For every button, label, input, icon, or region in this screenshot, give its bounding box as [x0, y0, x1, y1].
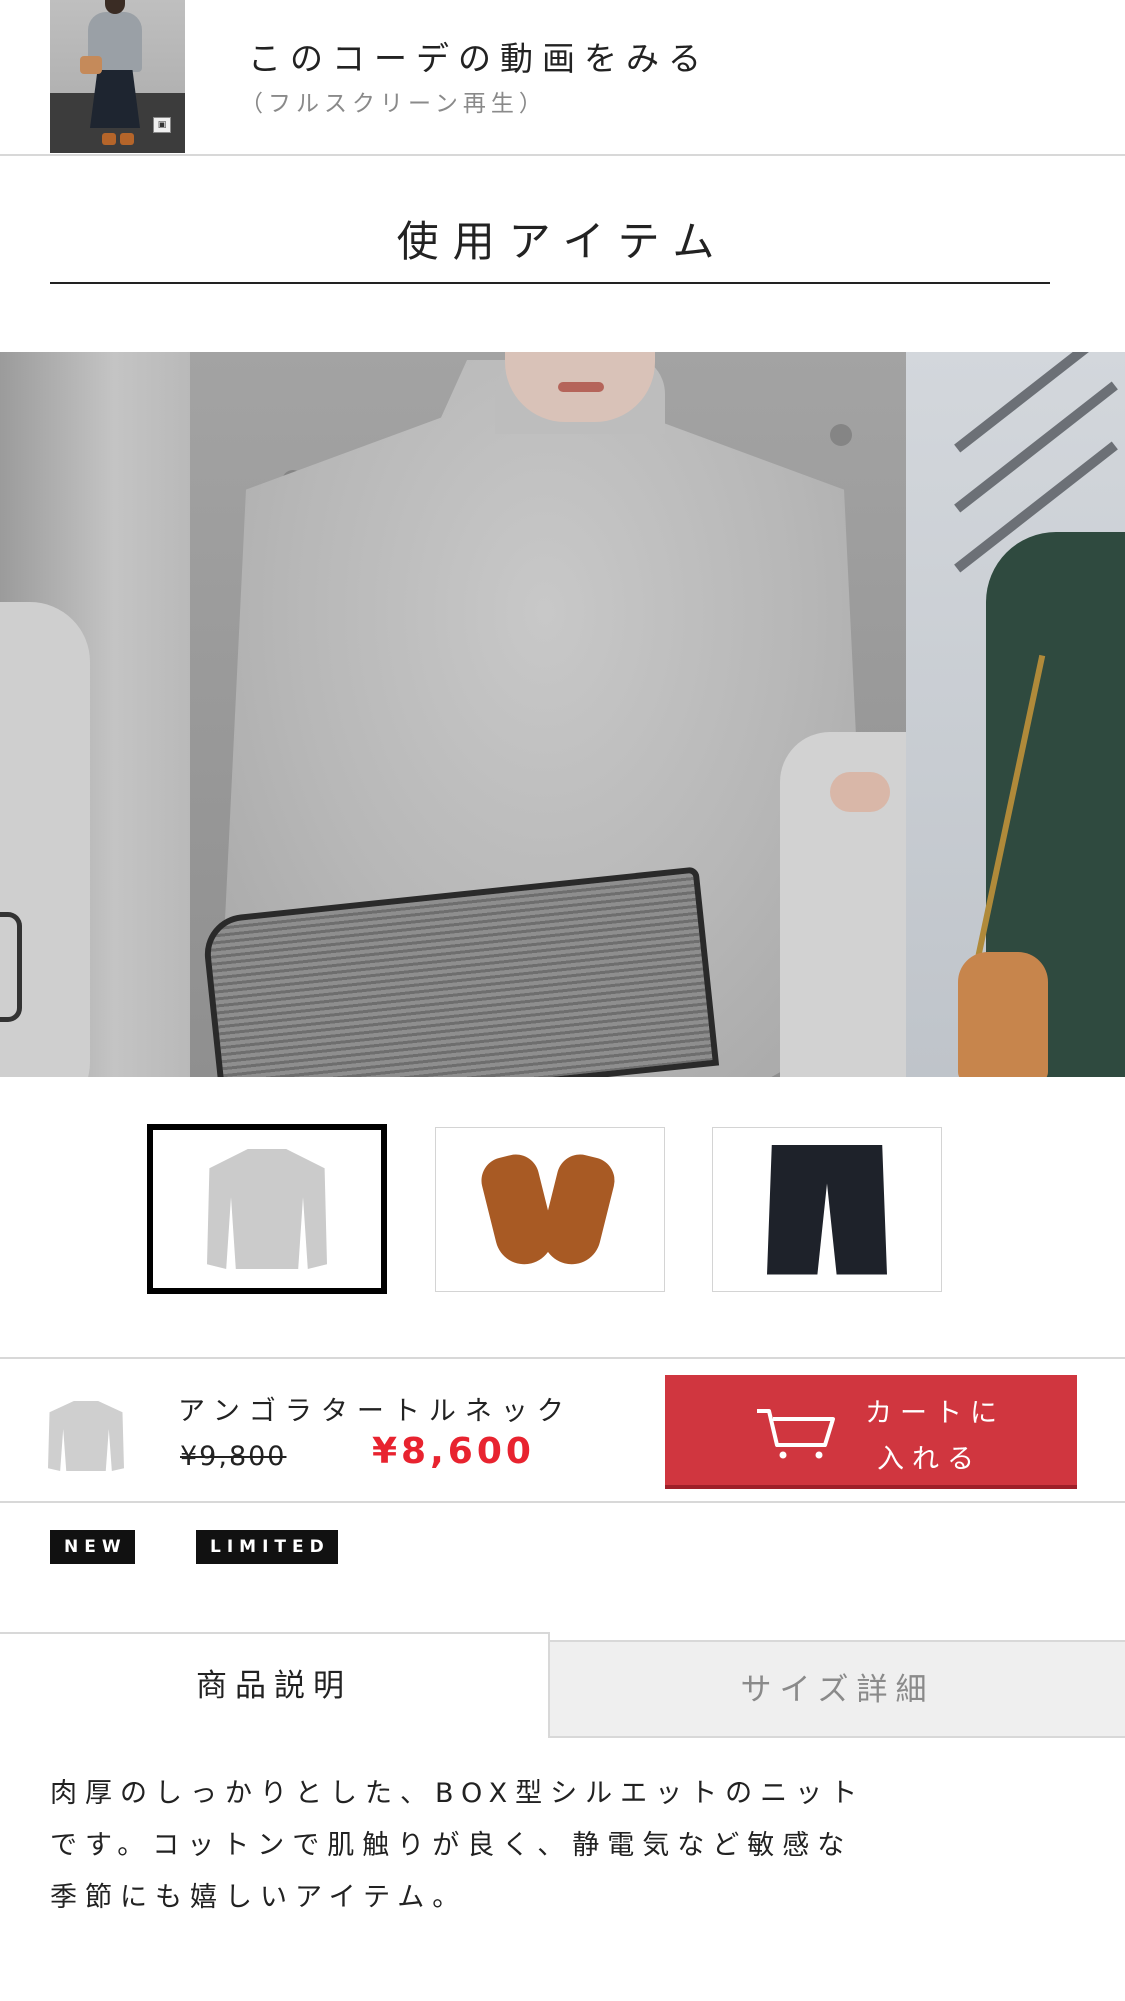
loafers-image [476, 1149, 620, 1270]
thumbnail-model-bag [80, 56, 102, 74]
fullscreen-icon: ▣ [153, 117, 171, 133]
limited-badge: LIMITED [196, 1530, 338, 1564]
tab-size-details[interactable]: サイズ詳細 [550, 1640, 1125, 1738]
video-link-subtitle: （フルスクリーン再生） [240, 91, 547, 117]
video-link-title[interactable]: このコーデの動画をみる [248, 32, 710, 80]
tab-description[interactable]: 商品説明 [0, 1632, 550, 1738]
carousel-slide-prev[interactable] [0, 352, 190, 1077]
thumbnail-model-skirt [90, 70, 140, 128]
model-hand [830, 772, 890, 812]
cart-button-label-line1: カートに [865, 1398, 1005, 1429]
description-line: 肉厚のしっかりとした、BOX型シルエットのニット [50, 1778, 866, 1809]
item-thumbnails [0, 1124, 1125, 1297]
add-to-cart-button[interactable]: カートに 入れる [665, 1375, 1077, 1489]
thumbnail-leather-loafers[interactable] [435, 1127, 665, 1292]
shorts-image [767, 1144, 887, 1275]
product-name[interactable]: アンゴラタートルネック [178, 1389, 573, 1428]
original-price: ¥9,800 [180, 1441, 287, 1472]
product-row: アンゴラタートルネック ¥9,800 ¥8,600 カートに 入れる [0, 1357, 1125, 1503]
product-thumbnail[interactable] [48, 1401, 124, 1471]
carousel-slide-current[interactable] [190, 352, 906, 1077]
sweater-image [207, 1149, 327, 1269]
product-description: 肉厚のしっかりとした、BOX型シルエットのニット です。コットンで肌触りが良く、… [50, 1768, 1080, 1924]
thumbnail-black-shorts[interactable] [712, 1127, 942, 1292]
outfit-carousel[interactable] [0, 352, 1125, 1077]
loafer-right [536, 1149, 620, 1270]
video-thumbnail[interactable]: ▣ [50, 0, 185, 153]
thumbnail-shoe-left [102, 133, 116, 145]
thumbnail-shoe-right [120, 133, 134, 145]
description-line: 季節にも嬉しいアイテム。 [50, 1882, 468, 1913]
carousel-slide-next[interactable] [906, 352, 1125, 1077]
section-divider [50, 282, 1050, 284]
section-title: 使用アイテム [396, 217, 729, 266]
wall-hole [830, 424, 852, 446]
cart-icon [757, 1409, 835, 1459]
tan-shoulder-bag [958, 952, 1048, 1077]
thumbnail-knit-sweater[interactable] [147, 1124, 387, 1294]
video-link-row[interactable]: ▣ このコーデの動画をみる （フルスクリーン再生） [0, 0, 1125, 156]
prev-slide-bag-strap [0, 912, 22, 1022]
new-badge: NEW [50, 1530, 135, 1564]
sale-price: ¥8,600 [372, 1431, 535, 1472]
description-line: です。コットンで肌触りが良く、静電気など敏感な [50, 1830, 853, 1861]
railing-bar [954, 381, 1118, 513]
cart-button-label-line2: 入れる [877, 1444, 982, 1475]
model-lips [558, 382, 604, 392]
